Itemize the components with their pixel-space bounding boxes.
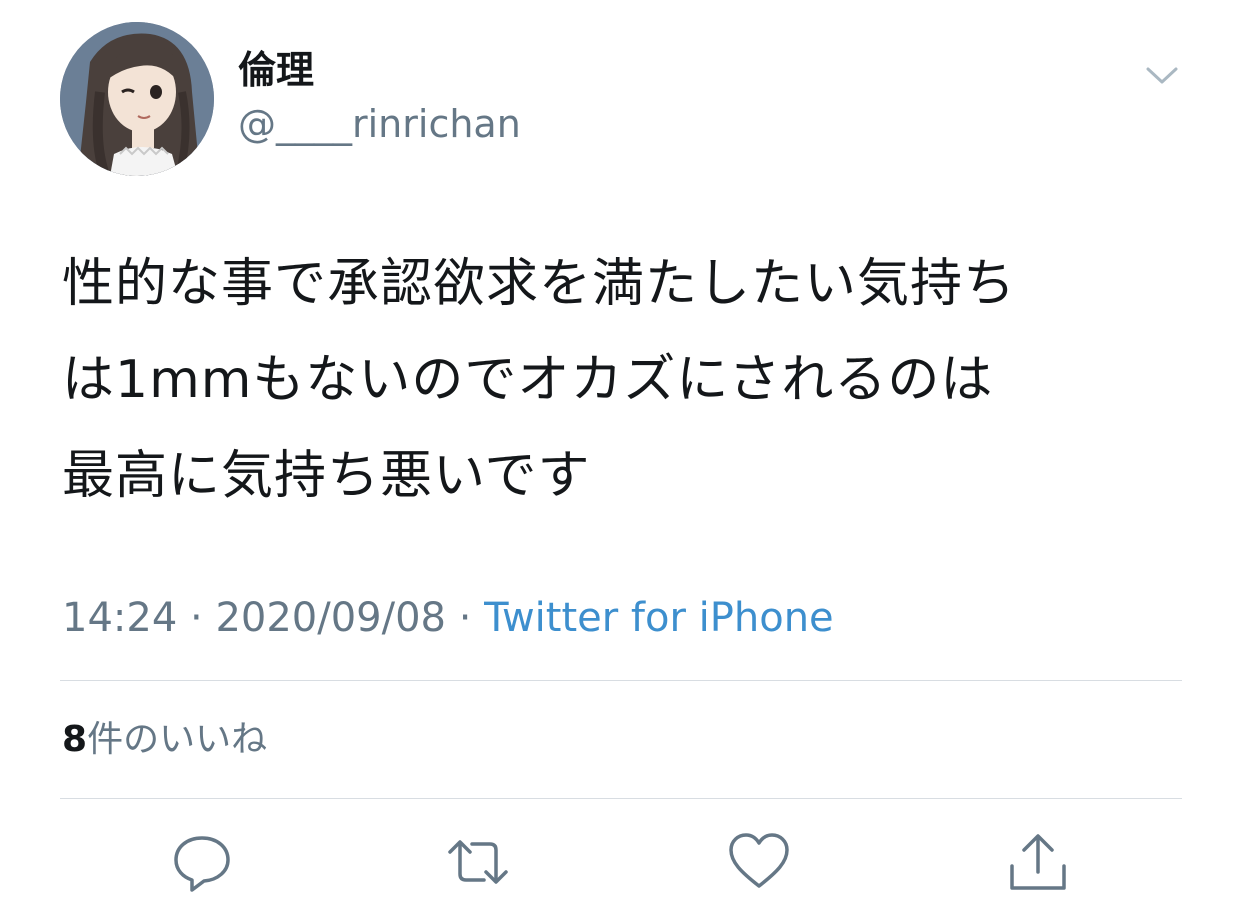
meta-separator: · [458, 595, 472, 641]
retweet-icon [448, 840, 508, 884]
meta-separator: · [190, 595, 203, 641]
tweet-time: 14:24 [62, 595, 178, 641]
avatar[interactable] [60, 22, 214, 176]
avatar-illustration-icon [60, 22, 214, 176]
tweet-meta: 14:24 · 2020/09/08 · Twitter for iPhone [62, 590, 834, 646]
action-bar [0, 830, 1242, 898]
divider [60, 680, 1182, 681]
tweet-text-line: は1mmもないのでオカズにされるのは [62, 350, 994, 410]
reply-button[interactable] [170, 830, 234, 894]
tweet-source-link[interactable]: Twitter for iPhone [484, 595, 834, 641]
more-options-button[interactable] [1142, 60, 1182, 90]
divider [60, 798, 1182, 799]
tweet-date: 2020/09/08 [215, 595, 446, 641]
tweet-text: 性的な事で承認欲求を満たしたい気持ち は1mmもないのでオカズにされるのは 最高… [62, 236, 1182, 524]
tweet-text-line: 性的な事で承認欲求を満たしたい気持ち [62, 254, 1017, 314]
share-icon [1010, 834, 1066, 890]
retweet-button[interactable] [446, 830, 510, 894]
likes-count-link[interactable]: 8件のいいね [62, 716, 267, 764]
tweet-detail: 倫理 @____rinrichan 性的な事で承認欲求を満たしたい気持ち は1m… [0, 0, 1242, 898]
tweet-text-line: 最高に気持ち悪いです [62, 446, 591, 506]
like-button[interactable] [727, 830, 791, 894]
chevron-down-icon [1146, 67, 1178, 84]
share-button[interactable] [1006, 830, 1070, 894]
reply-icon [174, 836, 230, 892]
heart-icon [729, 833, 789, 888]
user-names: 倫理 @____rinrichan [238, 46, 521, 148]
display-name[interactable]: 倫理 [238, 46, 521, 94]
user-handle[interactable]: @____rinrichan [238, 100, 521, 148]
like-count: 8 [62, 719, 88, 760]
tweet-header: 倫理 @____rinrichan [60, 22, 1182, 178]
like-label: 件のいいね [87, 719, 268, 760]
